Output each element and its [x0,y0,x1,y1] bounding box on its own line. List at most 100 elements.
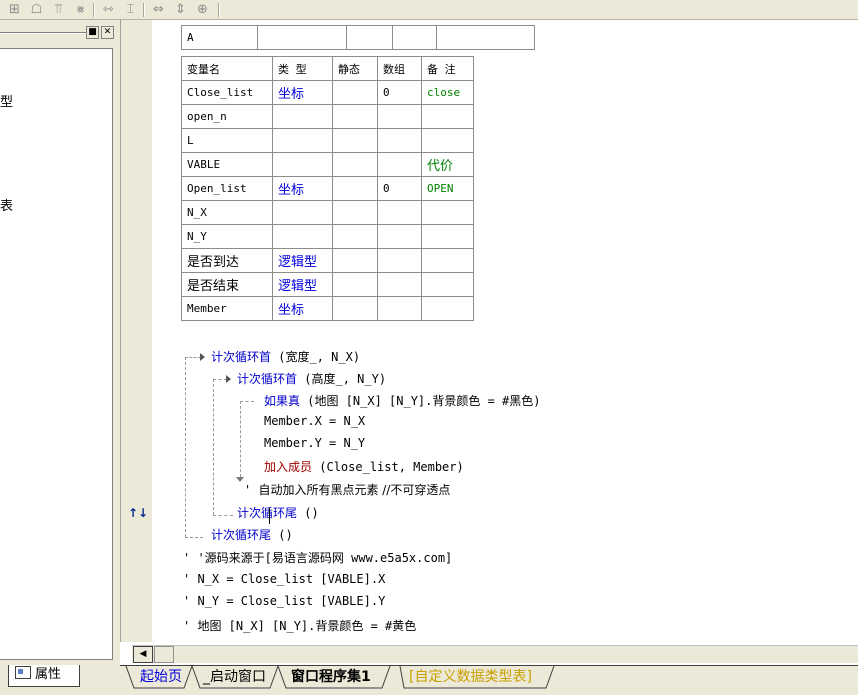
v-spacing-icon[interactable]: ⌶ [122,1,139,18]
var-name[interactable]: open_n [181,104,273,129]
tree-item-fragment[interactable]: 表 [0,195,13,214]
var-array[interactable] [377,128,422,153]
table-row[interactable]: L [181,128,474,153]
var-array[interactable] [377,104,422,129]
var-array[interactable] [377,152,422,177]
h-spacing-icon[interactable]: ⇿ [100,1,117,18]
var-array[interactable] [377,272,422,297]
var-type[interactable] [272,104,333,129]
var-type[interactable] [272,128,333,153]
line-gutter[interactable] [120,20,152,642]
var-array[interactable] [377,224,422,249]
var-static[interactable] [332,200,378,225]
var-type[interactable]: 坐标 [272,176,333,201]
distribute-icon[interactable]: ⨳ [72,1,89,18]
tab-window-assembly-1[interactable]: 窗口程序集1 [291,666,371,688]
code-line[interactable]: 如果真 (地图 [N_X] [N_Y].背景颜色 = #黑色) [264,392,541,409]
code-line[interactable]: 加入成员 (Close_list, Member) [264,458,464,475]
tab-properties[interactable]: 属性 [8,665,80,687]
var-name[interactable]: N_Y [181,224,273,249]
restore-icon[interactable]: ■ [86,26,99,39]
var-static[interactable] [332,104,378,129]
var-type[interactable]: 坐标 [272,80,333,105]
close-icon[interactable]: ✕ [101,26,114,39]
table-row[interactable]: Close_list 坐标 0 close [181,80,474,105]
var-static[interactable] [332,80,378,105]
code-comment[interactable]: ' N_X = Close_list [VABLE].X [183,572,385,586]
table-row[interactable]: N_Y [181,224,474,249]
code-comment[interactable]: ' '源码来源于[易语言源码网 www.e5a5x.com] [183,549,452,566]
var-static[interactable] [332,224,378,249]
var-array[interactable] [377,248,422,273]
var-name[interactable]: VABLE [181,152,273,177]
var-array[interactable]: 0 [377,80,422,105]
table-cell[interactable] [257,25,347,50]
var-array[interactable] [377,296,422,321]
align-icon[interactable]: ☖ [28,1,45,18]
var-note[interactable]: 代价 [421,152,474,177]
code-line[interactable]: 计次循环尾 () [237,504,319,521]
var-type[interactable]: 逻辑型 [272,248,333,273]
table-row[interactable]: open_n [181,104,474,129]
var-name[interactable]: L [181,128,273,153]
grid-icon[interactable]: ⊞ [6,1,23,18]
code-comment[interactable]: ' 自动加入所有黑点元素 //不可穿透点 [244,481,450,498]
code-comment[interactable]: ' N_Y = Close_list [VABLE].Y [183,594,385,608]
var-static[interactable] [332,176,378,201]
code-line[interactable]: Member.X = N_X [264,414,365,428]
support-library-tree[interactable]: 型 表 [0,48,113,660]
var-name[interactable]: Close_list [181,80,273,105]
scroll-left-icon[interactable]: ◀ [133,646,153,663]
var-array[interactable] [377,200,422,225]
tab-startup-window[interactable]: _启动窗口 [203,666,266,688]
assembly-name-cell[interactable]: A [181,25,258,50]
table-row[interactable]: 是否到达 逻辑型 [181,248,474,273]
table-cell[interactable] [436,25,535,50]
var-name[interactable]: 是否结束 [181,272,273,297]
var-static[interactable] [332,128,378,153]
code-editor[interactable]: A 变量名 类 型 静态 数组 备 注 Close_list 坐标 0 clos… [152,20,858,642]
table-cell[interactable] [392,25,437,50]
var-note[interactable] [421,200,474,225]
code-line[interactable]: 计次循环尾 () [211,526,293,543]
var-note[interactable]: close [421,80,474,105]
var-type[interactable]: 坐标 [272,296,333,321]
var-note[interactable] [421,104,474,129]
var-name[interactable]: 是否到达 [181,248,273,273]
table-row[interactable]: N_X [181,200,474,225]
var-name[interactable]: Member [181,296,273,321]
tree-item-fragment[interactable]: 型 [0,91,13,110]
scroll-thumb[interactable] [154,646,174,663]
var-static[interactable] [332,152,378,177]
table-row[interactable]: Member 坐标 [181,296,474,321]
var-type[interactable]: 逻辑型 [272,272,333,297]
var-note[interactable]: OPEN [421,176,474,201]
table-row[interactable]: Open_list 坐标 0 OPEN [181,176,474,201]
var-note[interactable] [421,296,474,321]
code-line[interactable]: 计次循环首 (宽度_, N_X) [211,348,360,365]
var-static[interactable] [332,272,378,297]
var-note[interactable] [421,224,474,249]
var-static[interactable] [332,296,378,321]
center-icon[interactable]: ⊕ [194,1,211,18]
tab-start-page[interactable]: 起始页 [140,666,182,688]
var-name[interactable]: N_X [181,200,273,225]
var-name[interactable]: Open_list [181,176,273,201]
var-static[interactable] [332,248,378,273]
width-icon[interactable]: ⇔ [150,1,167,18]
table-cell[interactable] [346,25,393,50]
height-icon[interactable]: ⇕ [172,1,189,18]
horizontal-scrollbar[interactable]: ◀ [132,645,858,663]
tab-custom-data-types[interactable]: [自定义数据类型表] [409,666,532,688]
table-row[interactable]: 是否结束 逻辑型 [181,272,474,297]
var-type[interactable] [272,200,333,225]
code-comment[interactable]: ' 地图 [N_X] [N_Y].背景颜色 = #黄色 [183,617,416,634]
table-row[interactable]: VABLE 代价 [181,152,474,177]
var-note[interactable] [421,128,474,153]
code-line[interactable]: Member.Y = N_Y [264,436,365,450]
code-line[interactable]: 计次循环首 (高度_, N_Y) [237,370,386,387]
var-type[interactable] [272,152,333,177]
var-note[interactable] [421,248,474,273]
var-type[interactable] [272,224,333,249]
var-note[interactable] [421,272,474,297]
